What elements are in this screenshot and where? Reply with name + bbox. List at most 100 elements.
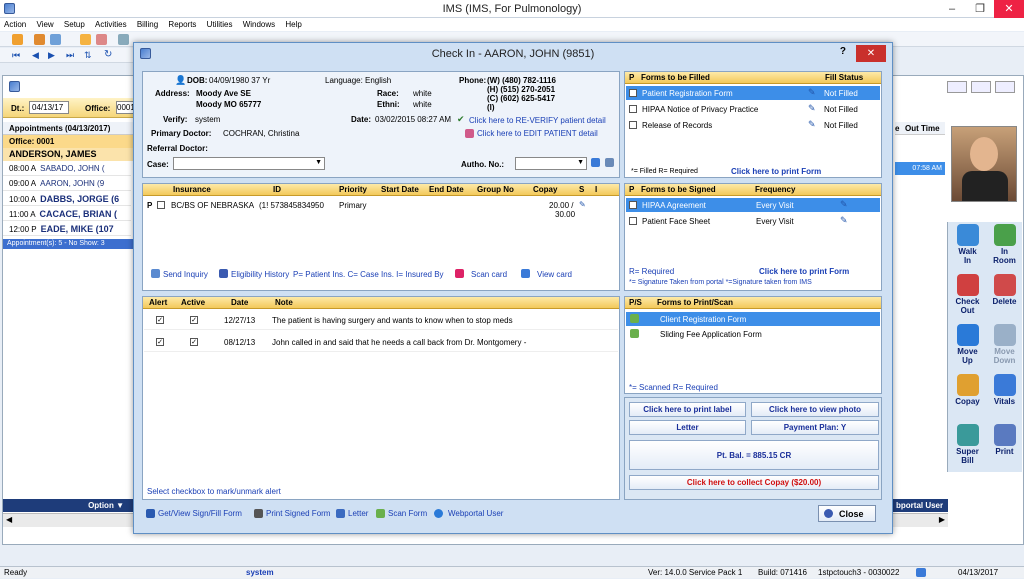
report-icon[interactable] <box>118 34 129 45</box>
form-sign-checkbox[interactable] <box>629 201 637 209</box>
window-maximize-button[interactable] <box>971 81 991 93</box>
payment-plan-button[interactable]: Payment Plan: Y <box>751 420 879 435</box>
print-label-button[interactable]: Click here to print label <box>629 402 746 417</box>
menu-action[interactable]: Action <box>4 18 26 31</box>
schedule-icon[interactable] <box>34 34 45 45</box>
form-fill-row[interactable]: Release of Records ✎ Not Filled <box>626 118 880 132</box>
menu-help[interactable]: Help <box>285 18 301 31</box>
sign-form-edit-icon[interactable]: ✎ <box>840 199 848 210</box>
menu-activities[interactable]: Activities <box>95 18 127 31</box>
ins-row-insurance[interactable]: BC/BS OF NEBRASKA <box>171 201 254 210</box>
folder-icon[interactable] <box>80 34 91 45</box>
print-sign-form-link[interactable]: Click here to print Form <box>759 267 849 276</box>
print-button[interactable]: Print <box>986 424 1023 456</box>
scan-form-link[interactable]: Scan Form <box>388 509 427 518</box>
active-checkbox[interactable]: ✓ <box>190 338 198 346</box>
move-up-button[interactable]: Move Up <box>949 324 986 365</box>
form-fill-checkbox[interactable] <box>629 89 637 97</box>
form-sign-row[interactable]: HIPAA Agreement Every Visit ✎ <box>626 198 880 212</box>
form-sign-row[interactable]: Patient Face Sheet Every Visit ✎ <box>626 214 880 228</box>
scroll-left-icon[interactable]: ◀ <box>6 515 12 524</box>
window-close-button[interactable] <box>995 81 1015 93</box>
move-down-button[interactable]: Move Down <box>986 324 1023 365</box>
form-fill-checkbox[interactable] <box>629 121 637 129</box>
checkin-time-cell[interactable]: 07:58 AM <box>895 162 945 175</box>
horizontal-scrollbar-right[interactable]: ▶ <box>893 513 948 527</box>
help-button[interactable]: ? <box>840 46 846 57</box>
alert-checkbox[interactable]: ✓ <box>156 316 164 324</box>
collect-copay-button[interactable]: Click here to collect Copay ($20.00) <box>629 475 879 490</box>
form-fill-row[interactable]: HIPAA Notice of Privacy Practice ✎ Not Fil… <box>626 102 880 116</box>
print-fill-form-link[interactable]: Click here to print Form <box>731 167 821 176</box>
restore-button[interactable]: ❐ <box>966 0 994 18</box>
menu-billing[interactable]: Billing <box>137 18 158 31</box>
previous-record-icon[interactable]: ◀ <box>32 50 43 61</box>
copay-button[interactable]: Copay <box>949 374 986 406</box>
forms-print-row-2[interactable]: Sliding Fee Application Form <box>626 327 880 341</box>
get-view-form-link[interactable]: Get/View Sign/Fill Form <box>158 509 242 518</box>
check-out-button[interactable]: Check Out <box>949 274 986 315</box>
ins-row-edit-icon[interactable]: ✎ <box>579 200 586 209</box>
close-app-button[interactable]: ✕ <box>994 0 1024 18</box>
forms-print-row-1[interactable]: Client Registration Form <box>626 312 880 326</box>
user-icon[interactable] <box>12 34 23 45</box>
menu-setup[interactable]: Setup <box>64 18 85 31</box>
window-minimize-button[interactable] <box>947 81 967 93</box>
menu-windows[interactable]: Windows <box>243 18 275 31</box>
out-time-header: Out Time <box>905 124 940 133</box>
sort-icon[interactable]: ⇅ <box>84 50 95 61</box>
in-room-button[interactable]: In Room <box>986 224 1023 265</box>
fill-form-edit-icon[interactable]: ✎ <box>808 103 816 114</box>
webportal-user-link[interactable]: Webportal User <box>448 509 503 518</box>
alert-checkbox[interactable]: ✓ <box>156 338 164 346</box>
scroll-right-icon[interactable]: ▶ <box>939 515 945 524</box>
letter-link[interactable]: Letter <box>348 509 368 518</box>
office-input[interactable]: 0001 <box>116 101 134 114</box>
vitals-button[interactable]: Vitals <box>986 374 1023 406</box>
appointment-row[interactable]: 10:00 A DABBS, JORGE (6 <box>3 192 131 206</box>
document-icon[interactable] <box>96 34 107 45</box>
horizontal-scrollbar-left[interactable]: ◀ <box>3 513 134 527</box>
menu-reports[interactable]: Reports <box>168 18 196 31</box>
patient-icon[interactable] <box>50 34 61 45</box>
case-select[interactable]: ▼ <box>173 157 325 170</box>
ins-row-checkbox[interactable] <box>157 201 165 209</box>
letter-button[interactable]: Letter <box>629 420 746 435</box>
autho-search-icon[interactable] <box>591 158 600 167</box>
dialog-close-button[interactable]: ✕ <box>856 45 886 62</box>
fill-form-edit-icon[interactable]: ✎ <box>808 87 816 98</box>
refresh-icon[interactable]: ↻ <box>104 50 115 61</box>
close-button[interactable]: Close <box>818 505 876 522</box>
last-record-icon[interactable]: ⏭ <box>66 50 77 61</box>
menu-utilities[interactable]: Utilities <box>207 18 233 31</box>
first-record-icon[interactable]: ⏮ <box>12 50 23 61</box>
print-signed-form-link[interactable]: Print Signed Form <box>266 509 330 518</box>
super-bill-button[interactable]: Super Bill <box>949 424 986 465</box>
scan-card-link[interactable]: Scan card <box>471 270 507 279</box>
autho-select[interactable]: ▼ <box>515 157 587 170</box>
view-card-link[interactable]: View card <box>537 270 572 279</box>
active-checkbox[interactable]: ✓ <box>190 316 198 324</box>
minimize-button[interactable]: – <box>938 0 966 18</box>
date-input[interactable]: 04/13/17 <box>29 101 69 114</box>
view-photo-button[interactable]: Click here to view photo <box>751 402 879 417</box>
appointment-row[interactable]: 09:00 A AARON, JOHN (9 <box>3 177 131 191</box>
next-record-icon[interactable]: ▶ <box>48 50 59 61</box>
menu-view[interactable]: View <box>36 18 53 31</box>
edit-patient-link[interactable]: Click here to EDIT PATIENT detail <box>477 129 598 138</box>
appointment-row[interactable]: 12:00 P EADE, MIKE (107 <box>3 222 131 236</box>
autho-notes-icon[interactable] <box>605 158 614 167</box>
form-fill-checkbox[interactable] <box>629 105 637 113</box>
reverify-link[interactable]: Click here to RE-VERIFY patient detail <box>469 116 606 125</box>
form-sign-checkbox[interactable] <box>629 217 637 225</box>
eligibility-history-link[interactable]: Eligibility History <box>231 270 289 279</box>
send-inquiry-link[interactable]: Send Inquiry <box>163 270 208 279</box>
walk-in-button[interactable]: Walk In <box>949 224 986 265</box>
appointment-row[interactable]: 08:00 A SABADO, JOHN ( <box>3 162 131 176</box>
delete-button[interactable]: Delete <box>986 274 1023 306</box>
form-fill-row[interactable]: Patient Registration Form ✎ Not Filled <box>626 86 880 100</box>
fill-form-edit-icon[interactable]: ✎ <box>808 119 816 130</box>
appointment-row[interactable]: 11:00 A CACACE, BRIAN ( <box>3 207 131 221</box>
sign-form-edit-icon[interactable]: ✎ <box>840 215 848 226</box>
option-bar[interactable]: Option ▼ <box>3 499 134 512</box>
